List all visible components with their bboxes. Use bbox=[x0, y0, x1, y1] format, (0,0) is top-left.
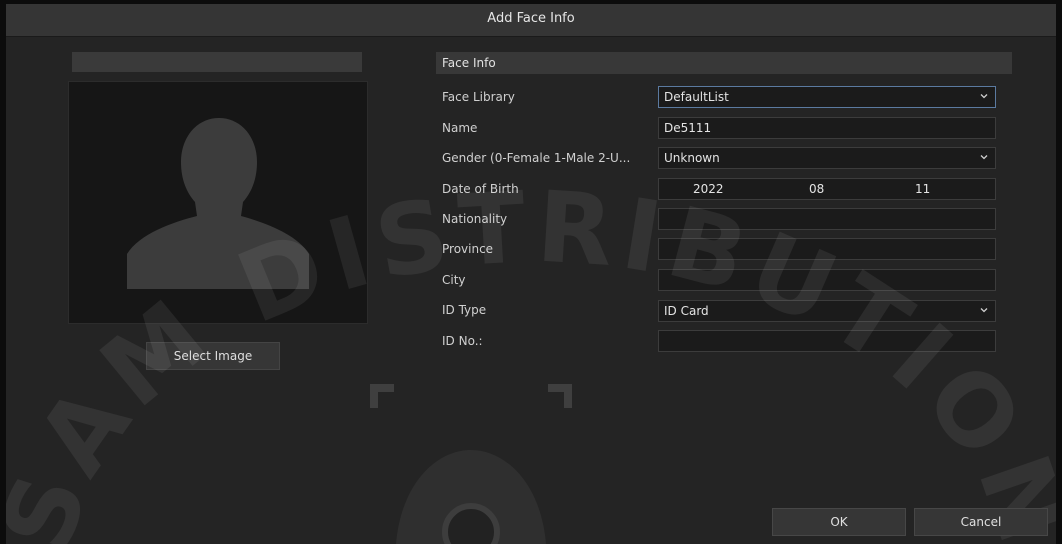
name-input[interactable]: De5111 bbox=[658, 117, 996, 139]
nationality-label: Nationality bbox=[442, 212, 508, 226]
gender-select[interactable]: Unknown bbox=[658, 147, 996, 169]
chevron-down-icon bbox=[980, 94, 988, 99]
add-face-info-dialog: Add Face Info Select Image Face Info Fac… bbox=[6, 4, 1056, 544]
ok-button[interactable]: OK bbox=[772, 508, 906, 536]
face-info-section-header: Face Info bbox=[436, 52, 1012, 74]
city-input[interactable] bbox=[658, 269, 996, 291]
face-library-value: DefaultList bbox=[664, 90, 729, 104]
face-image-preview bbox=[68, 81, 368, 324]
dialog-title: Add Face Info bbox=[487, 11, 575, 26]
nationality-input[interactable] bbox=[658, 208, 996, 230]
id-type-label: ID Type bbox=[442, 303, 487, 317]
dob-day[interactable]: 11 bbox=[915, 182, 930, 196]
province-label: Province bbox=[442, 242, 494, 256]
gender-value: Unknown bbox=[664, 151, 720, 165]
image-panel-header bbox=[72, 52, 362, 72]
camera-logo-icon bbox=[370, 384, 572, 544]
name-label: Name bbox=[442, 121, 478, 135]
face-library-label: Face Library bbox=[442, 90, 515, 104]
city-label: City bbox=[442, 273, 466, 287]
dob-label: Date of Birth bbox=[442, 182, 519, 196]
name-value: De5111 bbox=[664, 121, 712, 135]
date-of-birth-input[interactable]: 2022 08 11 bbox=[658, 178, 996, 200]
id-type-value: ID Card bbox=[664, 304, 709, 318]
chevron-down-icon bbox=[980, 308, 988, 313]
silhouette-icon bbox=[127, 118, 309, 289]
select-image-button[interactable]: Select Image bbox=[146, 342, 280, 370]
dob-month[interactable]: 08 bbox=[809, 182, 824, 196]
province-input[interactable] bbox=[658, 238, 996, 260]
section-title: Face Info bbox=[442, 56, 496, 70]
gender-label: Gender (0-Female 1-Male 2-U... bbox=[442, 151, 631, 165]
dialog-titlebar: Add Face Info bbox=[6, 4, 1056, 37]
id-no-input[interactable] bbox=[658, 330, 996, 352]
id-type-select[interactable]: ID Card bbox=[658, 300, 996, 322]
face-library-select[interactable]: DefaultList bbox=[658, 86, 996, 108]
cancel-button[interactable]: Cancel bbox=[914, 508, 1048, 536]
chevron-down-icon bbox=[980, 155, 988, 160]
id-no-label: ID No.: bbox=[442, 334, 483, 348]
dob-year[interactable]: 2022 bbox=[693, 182, 724, 196]
